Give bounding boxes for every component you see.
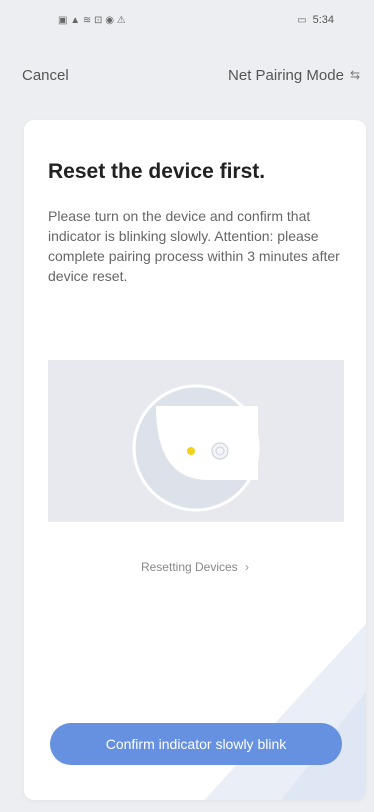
battery-icon: ▭ bbox=[297, 14, 307, 26]
device-illustration bbox=[48, 360, 344, 522]
instructions-text: Please turn on the device and confirm th… bbox=[48, 208, 340, 284]
background-decoration bbox=[204, 623, 366, 800]
resetting-devices-label: Resetting Devices bbox=[140, 560, 238, 574]
cancel-button[interactable]: Cancel bbox=[22, 67, 69, 84]
status-icons: ▣ ▲ ≋ ⊡ ◉ ⚠ bbox=[58, 14, 126, 26]
mode-switch[interactable]: Net Pairing Mode ⇆ bbox=[228, 67, 360, 84]
mode-label: Net Pairing Mode bbox=[228, 66, 344, 84]
confirm-indicator-button[interactable]: Confirm indicator slowly blink bbox=[50, 723, 342, 765]
page-title: Reset the device first. bbox=[48, 160, 266, 183]
chevron-right-icon: › bbox=[245, 560, 250, 574]
switch-icon: ⇆ bbox=[349, 68, 360, 82]
nav-bar: Cancel Net Pairing Mode ⇆ bbox=[0, 60, 374, 90]
status-icons-right: ▭ 5:34 bbox=[297, 14, 334, 26]
power-button bbox=[211, 442, 229, 460]
status-time: 5:34 bbox=[312, 14, 334, 26]
status-bar: ▣ ▲ ≋ ⊡ ◉ ⚠ ▭ 5:34 bbox=[0, 0, 374, 40]
status-icons-left: ▣ ▲ ≋ ⊡ ◉ ⚠ bbox=[58, 15, 126, 26]
pairing-card: Reset the device first. Please turn on t… bbox=[24, 120, 366, 800]
resetting-devices-link[interactable]: Resetting Devices › bbox=[24, 560, 366, 574]
indicator-light bbox=[187, 447, 195, 455]
